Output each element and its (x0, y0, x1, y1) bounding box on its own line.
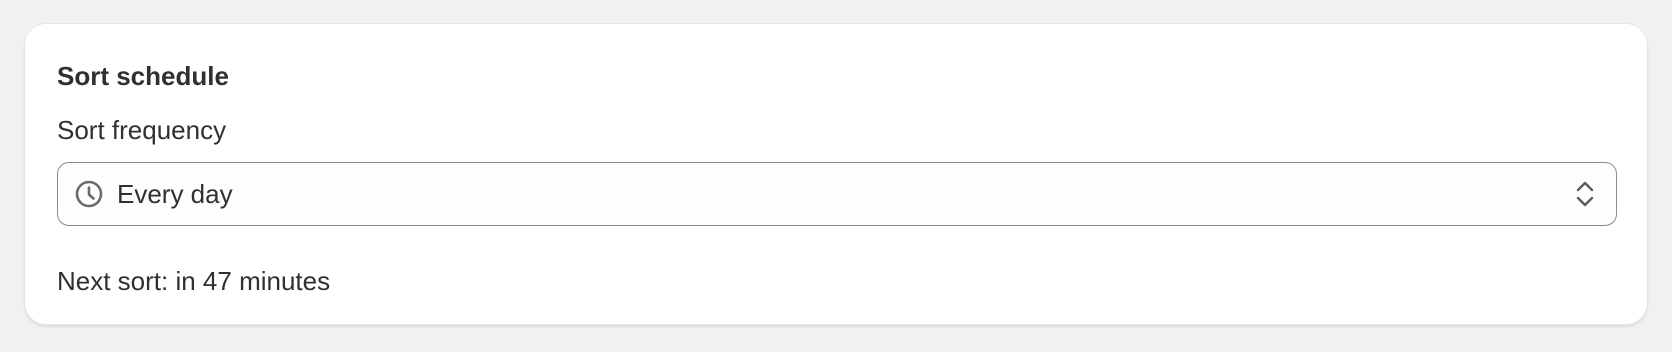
clock-icon (75, 180, 103, 208)
next-sort-status: Next sort: in 47 minutes (57, 266, 331, 296)
select-chevrons-icon (1576, 181, 1594, 207)
card-title: Sort schedule (57, 61, 229, 91)
selected-frequency: Every day (117, 179, 233, 209)
sort-schedule-card: Sort schedule Sort frequency Every day N… (24, 23, 1648, 325)
sort-frequency-label: Sort frequency (57, 115, 227, 145)
sort-frequency-select[interactable]: Every day (57, 162, 1617, 226)
